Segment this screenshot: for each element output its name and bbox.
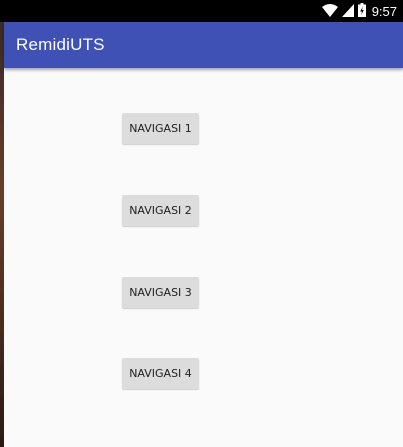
app-title: RemidiUTS — [16, 35, 105, 54]
wifi-icon — [321, 2, 338, 21]
status-bar: 9:57 — [0, 0, 403, 22]
navigasi-2-button[interactable]: NAVIGASI 2 — [122, 195, 199, 226]
signal-icon — [341, 2, 354, 21]
status-icons: 9:57 — [321, 2, 397, 21]
battery-icon — [357, 2, 366, 21]
main-content: NAVIGASI 1 NAVIGASI 2 NAVIGASI 3 NAVIGAS… — [4, 68, 403, 447]
app-bar: RemidiUTS — [4, 22, 403, 68]
phone-screen: 9:57 RemidiUTS NAVIGASI 1 NAVIGASI 2 NAV… — [0, 0, 403, 447]
navigasi-1-button[interactable]: NAVIGASI 1 — [122, 113, 199, 144]
navigasi-4-button[interactable]: NAVIGASI 4 — [122, 358, 199, 389]
navigasi-3-button[interactable]: NAVIGASI 3 — [122, 277, 199, 308]
status-time: 9:57 — [371, 3, 397, 19]
